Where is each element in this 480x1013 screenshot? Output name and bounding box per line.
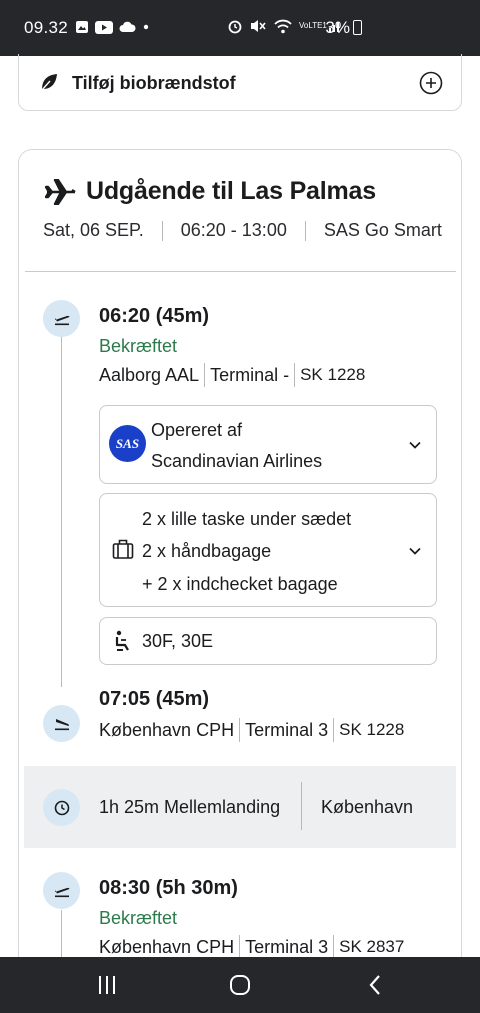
divider [304,220,306,241]
baggage-carryon: 2 x håndbagage [142,541,272,561]
departure-route: Aalborg AAL Terminal - SK 1228 [99,363,365,387]
home-button[interactable] [220,971,260,999]
gallery-icon [76,21,88,33]
add-biofuel-card[interactable]: Tilføj biobrændstof [18,54,462,111]
youtube-icon [95,20,113,34]
flight-date: Sat, 06 SEP. [43,220,144,240]
departure-time: 08:30 (5h 30m) [99,877,238,899]
operator-box[interactable]: SAS Opereret af Scandinavian Airlines [99,405,437,484]
flight-number: SK 2837 [339,937,405,956]
back-icon [369,975,380,995]
departure-marker [43,872,80,909]
divider [294,363,296,387]
flight-time-range: 06:20 - 13:00 [180,220,287,240]
fare-type: SAS Go Smart [323,220,442,240]
luggage-icon [112,539,134,559]
leaf-icon [41,74,57,91]
home-icon [230,975,250,995]
baggage-underseat: 2 x lille taske under sædet [142,509,352,529]
clock-icon [54,800,69,815]
back-button[interactable] [355,971,395,999]
layover-banner: 1h 25m Mellemlanding København [24,766,456,848]
chevron-down-icon[interactable] [408,438,422,452]
alarm-icon [228,20,242,34]
divider [239,935,241,959]
flight-title: Udgående til Las Palmas [86,177,376,205]
wifi-icon [274,19,292,33]
volte-label: VoLTE1 [299,21,327,30]
divider [333,935,335,959]
seat-numbers: 30F, 30E [142,631,214,651]
divider [204,363,206,387]
booking-status: Bekræftet [99,908,178,928]
baggage-box[interactable]: 2 x lille taske under sædet 2 x håndbaga… [99,493,437,607]
landing-icon [54,718,69,730]
flight-number: SK 1228 [300,365,366,384]
navigation-bar [0,957,480,1013]
add-biofuel-label: Tilføj biobrændstof [72,73,236,93]
sas-logo: SAS [109,425,146,462]
takeoff-icon [54,315,69,325]
card-divider [25,271,456,272]
cloud-icon [119,21,136,32]
terminal: Terminal - [210,364,290,385]
seat-icon [115,630,129,651]
layover-city: København [321,797,414,817]
recent-apps-button[interactable] [87,971,127,999]
flight-number: SK 1228 [339,720,405,739]
airplane-icon [45,179,76,205]
dot-icon [143,24,149,30]
plus-circle-icon[interactable] [419,71,443,95]
flight-summary: Sat, 06 SEP. 06:20 - 13:00 SAS Go Smart [43,220,442,241]
divider [333,718,335,742]
takeoff-icon [54,887,69,897]
departure-marker [43,300,80,337]
timeline-line [61,337,62,687]
battery-icon [353,20,362,35]
arrival-route: København CPH Terminal 3 SK 1228 [99,718,404,742]
airport: Aalborg AAL [99,364,200,385]
terminal: Terminal 3 [245,719,329,740]
mute-icon [251,20,266,32]
status-bar: 09.32 VoLTE1 3% [0,0,480,56]
status-time: 09.32 [24,18,69,37]
arrival-time: 07:05 (45m) [99,688,210,710]
chevron-down-icon[interactable] [408,544,422,558]
battery-percentage: 3% [325,18,350,37]
departure-route: København CPH Terminal 3 SK 2837 [99,935,404,959]
operator-name: Scandinavian Airlines [151,451,323,471]
divider [301,782,302,830]
seat-box[interactable]: 30F, 30E [99,617,437,665]
divider [161,220,163,241]
layover-duration: 1h 25m Mellemlanding [99,797,281,817]
airport: København CPH [99,719,235,740]
recent-apps-icon [99,976,115,994]
divider [239,718,241,742]
layover-marker [43,789,80,826]
notification-icons [75,20,150,34]
operator-label: Opereret af [151,420,243,440]
arrival-marker [43,705,80,742]
timeline-line [61,910,62,957]
airport: København CPH [99,936,235,957]
booking-status: Bekræftet [99,336,178,356]
terminal: Terminal 3 [245,936,329,957]
baggage-checked: + 2 x indchecket bagage [142,574,338,594]
departure-time: 06:20 (45m) [99,305,210,327]
